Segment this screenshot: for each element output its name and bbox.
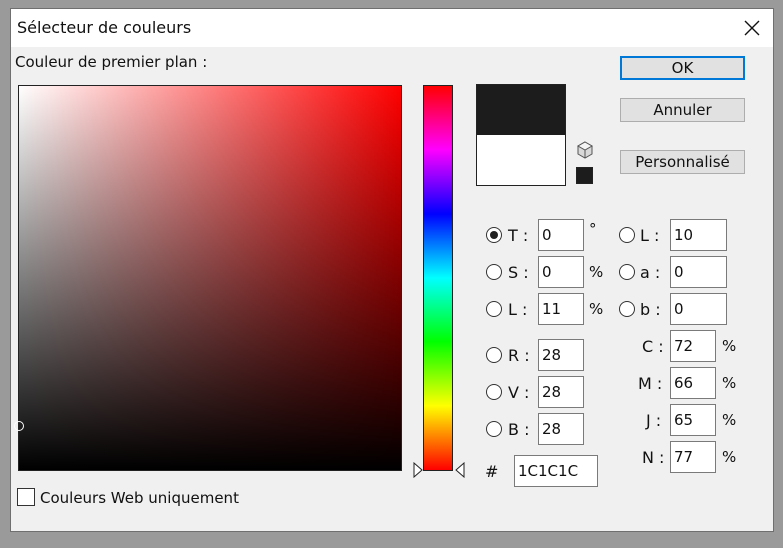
brightness-label: L : <box>508 300 528 319</box>
green-radio[interactable] <box>486 384 502 400</box>
window-title: Sélecteur de couleurs <box>17 18 192 37</box>
custom-colors-button[interactable]: Personnalisé <box>620 150 745 174</box>
red-radio[interactable] <box>486 347 502 363</box>
blue-radio[interactable] <box>486 421 502 437</box>
saturation-label: S : <box>508 263 529 282</box>
cyan-input[interactable] <box>670 330 716 362</box>
lab-a-radio[interactable] <box>619 264 635 280</box>
cancel-button[interactable]: Annuler <box>620 98 745 122</box>
saturation-input[interactable] <box>538 256 584 288</box>
hex-label: # <box>485 462 499 481</box>
saturation-brightness-field[interactable] <box>14 85 402 471</box>
hue-left-arrow-icon[interactable] <box>413 462 423 478</box>
black-input[interactable] <box>670 441 716 473</box>
hue-right-arrow-icon[interactable] <box>455 462 465 478</box>
saturation-unit: % <box>589 263 604 281</box>
web-safe-swatch[interactable] <box>576 167 593 184</box>
close-button[interactable] <box>735 13 769 43</box>
green-input[interactable] <box>538 376 584 408</box>
hue-unit: ° <box>589 220 597 238</box>
yellow-unit: % <box>722 411 737 429</box>
black-label: N : <box>642 448 665 467</box>
cyan-unit: % <box>722 337 737 355</box>
hex-input[interactable] <box>514 455 598 487</box>
black-unit: % <box>722 448 737 466</box>
yellow-label: J : <box>646 411 662 430</box>
lab-l-input[interactable] <box>670 219 727 251</box>
blue-input[interactable] <box>538 413 584 445</box>
brightness-input[interactable] <box>538 293 584 325</box>
hue-slider[interactable] <box>423 85 453 471</box>
blue-label: B : <box>508 420 530 439</box>
red-label: R : <box>508 346 530 365</box>
hue-radio[interactable] <box>486 227 502 243</box>
web-colors-only-label: Couleurs Web uniquement <box>40 489 239 507</box>
hue-input[interactable] <box>538 219 584 251</box>
saturation-radio[interactable] <box>486 264 502 280</box>
green-label: V : <box>508 383 530 402</box>
red-input[interactable] <box>538 339 584 371</box>
new-color-swatch <box>477 85 565 135</box>
lab-b-input[interactable] <box>670 293 727 325</box>
close-icon <box>744 20 760 36</box>
cyan-label: C : <box>642 337 664 356</box>
lab-a-input[interactable] <box>670 256 727 288</box>
yellow-input[interactable] <box>670 404 716 436</box>
web-colors-only-checkbox[interactable] <box>17 488 35 506</box>
title-bar: Sélecteur de couleurs <box>11 9 773 47</box>
lab-b-radio[interactable] <box>619 301 635 317</box>
field-marker[interactable] <box>14 421 24 431</box>
current-color-swatch[interactable] <box>477 135 565 185</box>
magenta-unit: % <box>722 374 737 392</box>
brightness-radio[interactable] <box>486 301 502 317</box>
color-preview-swatch <box>476 84 566 186</box>
lab-a-label: a : <box>640 263 661 282</box>
magenta-input[interactable] <box>670 367 716 399</box>
lab-l-radio[interactable] <box>619 227 635 243</box>
brightness-unit: % <box>589 300 604 318</box>
foreground-color-heading: Couleur de premier plan : <box>15 53 208 71</box>
hue-label: T : <box>508 226 529 245</box>
ok-button[interactable]: OK <box>620 56 745 80</box>
lab-l-label: L : <box>640 226 660 245</box>
lab-b-label: b : <box>640 300 661 319</box>
web-safe-cube-icon[interactable] <box>576 141 594 159</box>
magenta-label: M : <box>638 374 663 393</box>
